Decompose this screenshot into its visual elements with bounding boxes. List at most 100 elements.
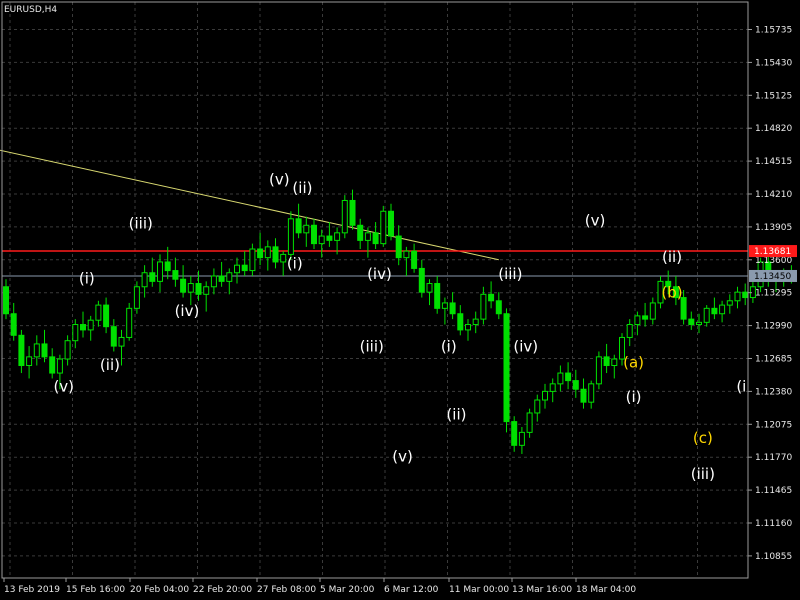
candle-body: [203, 286, 210, 295]
candle: [126, 302, 133, 341]
candle-body: [180, 278, 187, 293]
candle-body: [480, 293, 487, 320]
y-tick-label: 1.15735: [755, 26, 792, 36]
candle-body: [218, 275, 225, 282]
wave-label: (a): [623, 354, 644, 372]
candle: [518, 426, 525, 454]
wave-label: (v): [53, 377, 74, 395]
candle: [526, 408, 533, 438]
candle: [588, 380, 595, 409]
wave-label: (c): [693, 429, 713, 447]
candle-body: [711, 307, 718, 315]
candle-body: [357, 224, 364, 241]
overlay-lines: [0, 149, 748, 277]
candle: [472, 311, 479, 334]
candle: [3, 279, 9, 320]
y-tick-label: 1.12380: [755, 387, 792, 397]
candle-body: [64, 340, 71, 360]
x-tick-label: 18 Mar 04:00: [576, 585, 636, 595]
price-label-text: 1.13681: [754, 247, 791, 257]
x-tick-label: 20 Feb 04:00: [130, 585, 189, 595]
candle: [380, 205, 387, 247]
wave-label: (iv): [367, 265, 392, 283]
candle: [449, 292, 456, 320]
candle: [495, 292, 502, 320]
y-tick-label: 1.11465: [755, 486, 792, 496]
candle: [326, 222, 333, 247]
candle-body: [303, 224, 310, 234]
candle: [411, 243, 418, 273]
candle: [80, 311, 86, 338]
candle: [33, 335, 40, 366]
x-tick-label: 13 Mar 16:00: [512, 585, 572, 595]
candle: [280, 251, 287, 276]
candle: [395, 225, 402, 266]
candle-body: [287, 218, 294, 255]
candle-body: [118, 336, 125, 347]
x-tick-label: 27 Feb 08:00: [257, 585, 316, 595]
wave-label: (b): [661, 284, 682, 302]
candle-body: [534, 399, 541, 414]
candle-body: [95, 304, 102, 321]
wave-label: (i): [441, 337, 457, 355]
candle-body: [364, 232, 371, 241]
wave-label: (v): [269, 170, 290, 188]
candle-body: [703, 307, 710, 323]
candle-body: [557, 372, 564, 385]
candle: [311, 218, 317, 250]
candle: [234, 257, 240, 284]
candle-body: [141, 272, 148, 288]
y-tick-label: 1.13905: [755, 223, 792, 233]
y-tick-label: 1.15125: [755, 91, 792, 101]
candle-body: [341, 199, 348, 234]
candle-body: [611, 358, 618, 367]
candle-body: [688, 318, 695, 326]
candle: [87, 315, 94, 341]
wave-label: (iv): [175, 302, 200, 320]
grid: [2, 2, 748, 578]
candle-body: [411, 250, 418, 269]
plot-frame: [1, 1, 749, 579]
candle-body: [572, 380, 579, 390]
candle-body: [642, 315, 649, 320]
candle: [264, 240, 271, 271]
candle-body: [295, 218, 302, 234]
candle-body: [441, 302, 448, 309]
wave-label: (ii): [662, 248, 682, 266]
x-tick-label: 5 Mar 20:00: [320, 585, 375, 595]
candle-body: [626, 324, 633, 338]
chart-window[interactable]: )(i)(v)(ii)(iii)(iv)(v)(ii)(i)(iv)(iii)(…: [0, 0, 800, 600]
candle-body: [133, 286, 140, 309]
candle: [465, 319, 471, 341]
candle-body: [257, 248, 264, 259]
candle-body: [588, 383, 595, 403]
candle-body: [80, 324, 86, 331]
candle-body: [311, 224, 317, 245]
candle-body: [210, 275, 217, 288]
candle-body: [272, 246, 279, 263]
x-tick-label: 11 Mar 00:00: [449, 585, 509, 595]
candle-body: [72, 324, 79, 342]
y-tick-label: 1.14515: [755, 157, 792, 167]
price-chart[interactable]: )(i)(v)(ii)(iii)(iv)(v)(ii)(i)(iv)(iii)(…: [0, 0, 800, 600]
wave-label: (i): [626, 388, 642, 406]
candle-body: [603, 356, 610, 367]
chart-title: EURUSD,H4: [4, 5, 57, 15]
wave-label: (ii): [446, 405, 466, 423]
candle-body: [349, 199, 356, 226]
candle-body: [395, 235, 402, 259]
candle: [603, 343, 610, 374]
candle-body: [418, 267, 425, 293]
candle: [172, 257, 179, 287]
wave-label: (iv): [513, 337, 538, 355]
candle: [187, 275, 194, 306]
candle-body: [195, 283, 202, 295]
x-tick-label: 22 Feb 20:00: [193, 585, 252, 595]
candle-body: [326, 235, 333, 241]
candle: [503, 308, 510, 433]
candle-body: [334, 232, 341, 241]
candle: [49, 348, 56, 379]
candle-body: [726, 300, 733, 306]
candle: [210, 268, 217, 295]
candle-body: [526, 412, 533, 433]
